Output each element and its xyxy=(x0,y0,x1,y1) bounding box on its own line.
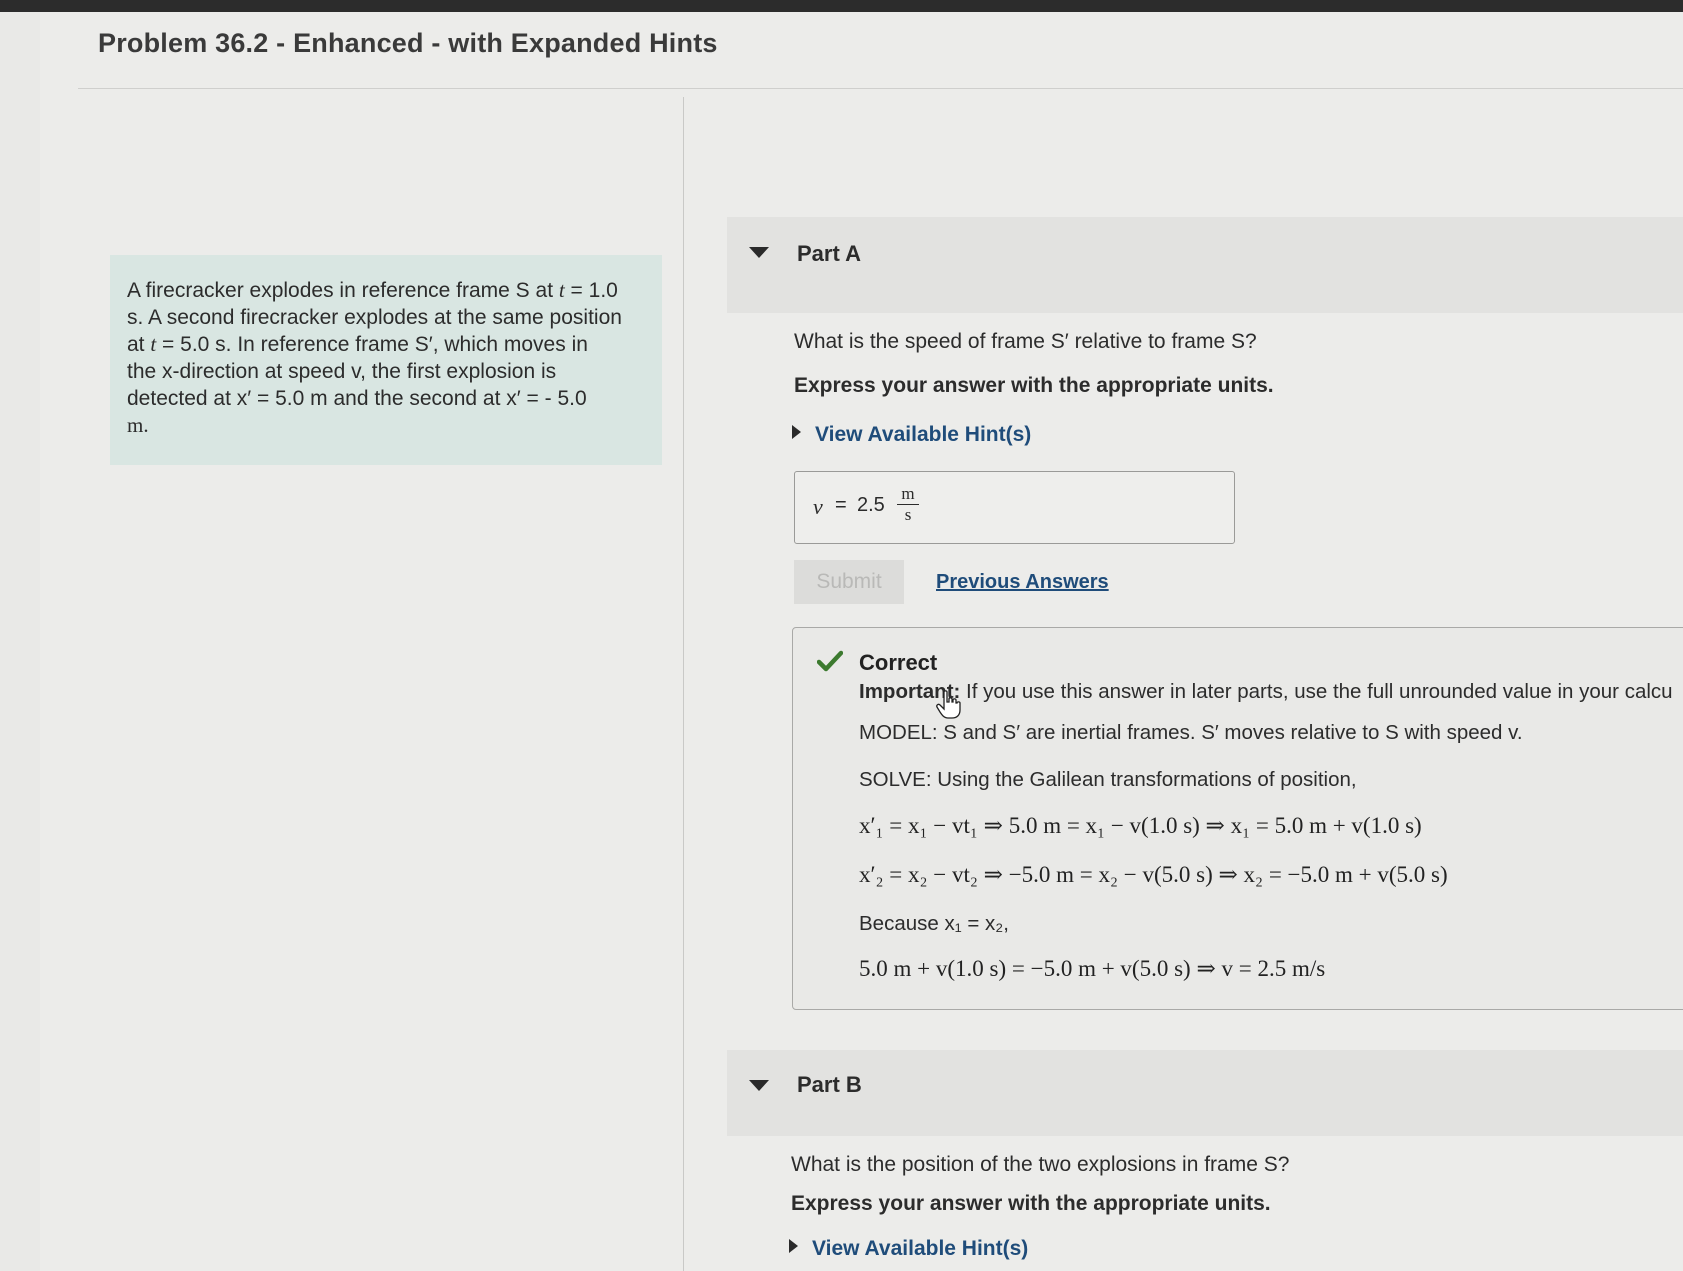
answer-unit: m s xyxy=(897,485,919,524)
problem-line-6: m. xyxy=(127,413,149,437)
title-divider xyxy=(78,88,1683,89)
submit-button[interactable]: Submit xyxy=(794,560,904,604)
previous-answers-link[interactable]: Previous Answers xyxy=(936,571,1109,594)
collapse-caret-icon[interactable] xyxy=(749,1080,769,1091)
unit-denominator: s xyxy=(904,505,912,524)
problem-line-2: s. A second firecracker explodes at the … xyxy=(127,306,622,329)
answer-equals: = xyxy=(835,494,847,516)
expand-caret-icon xyxy=(792,425,801,439)
answer-value: 2.5 xyxy=(857,494,885,516)
check-icon xyxy=(817,650,843,672)
part-b-question: What is the position of the two explosio… xyxy=(791,1153,1290,1176)
problem-line-1: A firecracker explodes in reference fram… xyxy=(127,278,618,302)
part-a-instruction: Express your answer with the appropriate… xyxy=(794,374,1274,397)
collapse-caret-icon[interactable] xyxy=(749,247,769,258)
problem-line-4: the x-direction at speed v, the first ex… xyxy=(127,360,557,383)
hint-link-label: View Available Hint(s) xyxy=(812,1237,1029,1260)
hint-link-label: View Available Hint(s) xyxy=(815,423,1032,446)
problem-statement: A firecracker explodes in reference fram… xyxy=(110,255,662,465)
equation-2: x′₂ = x₂ − vt₂ ⇒ −5.0 m = x₂ − v(5.0 s) … xyxy=(859,862,1448,887)
top-bar xyxy=(0,0,1683,12)
part-b-header[interactable]: Part B xyxy=(727,1050,1683,1136)
part-b-label: Part B xyxy=(797,1072,862,1097)
feedback-panel: Correct Important: If you use this answe… xyxy=(792,627,1683,1010)
unit-numerator: m xyxy=(901,484,915,503)
answer-field[interactable]: v = 2.5 m s xyxy=(794,471,1235,544)
hand-cursor-icon xyxy=(936,690,961,719)
feedback-model: MODEL: S and S′ are inertial frames. S′ … xyxy=(859,721,1523,744)
expand-caret-icon xyxy=(789,1239,798,1253)
part-b-hint-link[interactable]: View Available Hint(s) xyxy=(789,1237,1028,1261)
part-a-hint-link[interactable]: View Available Hint(s) xyxy=(792,423,1031,447)
feedback-because: Because x₁ = x₂, xyxy=(859,912,1009,935)
feedback-solve: SOLVE: Using the Galilean transformation… xyxy=(859,768,1357,791)
part-a-question: What is the speed of frame S′ relative t… xyxy=(794,330,1257,353)
part-a-label: Part A xyxy=(797,241,861,266)
column-divider xyxy=(683,97,684,1271)
part-a-header[interactable]: Part A xyxy=(727,217,1683,313)
page-title: Problem 36.2 - Enhanced - with Expanded … xyxy=(98,28,718,58)
answer-variable: v xyxy=(813,494,823,519)
problem-line-3: at t = 5.0 s. In reference frame S′, whi… xyxy=(127,332,588,356)
equation-1: x′₁ = x₁ − vt₁ ⇒ 5.0 m = x₁ − v(1.0 s) ⇒… xyxy=(859,813,1422,838)
problem-line-5: detected at x′ = 5.0 m and the second at… xyxy=(127,387,587,410)
feedback-title: Correct xyxy=(859,650,938,675)
part-b-instruction: Express your answer with the appropriate… xyxy=(791,1192,1271,1215)
equation-3: 5.0 m + v(1.0 s) = −5.0 m + v(5.0 s) ⇒ v… xyxy=(859,956,1326,981)
feedback-important: Important: If you use this answer in lat… xyxy=(859,680,1673,703)
